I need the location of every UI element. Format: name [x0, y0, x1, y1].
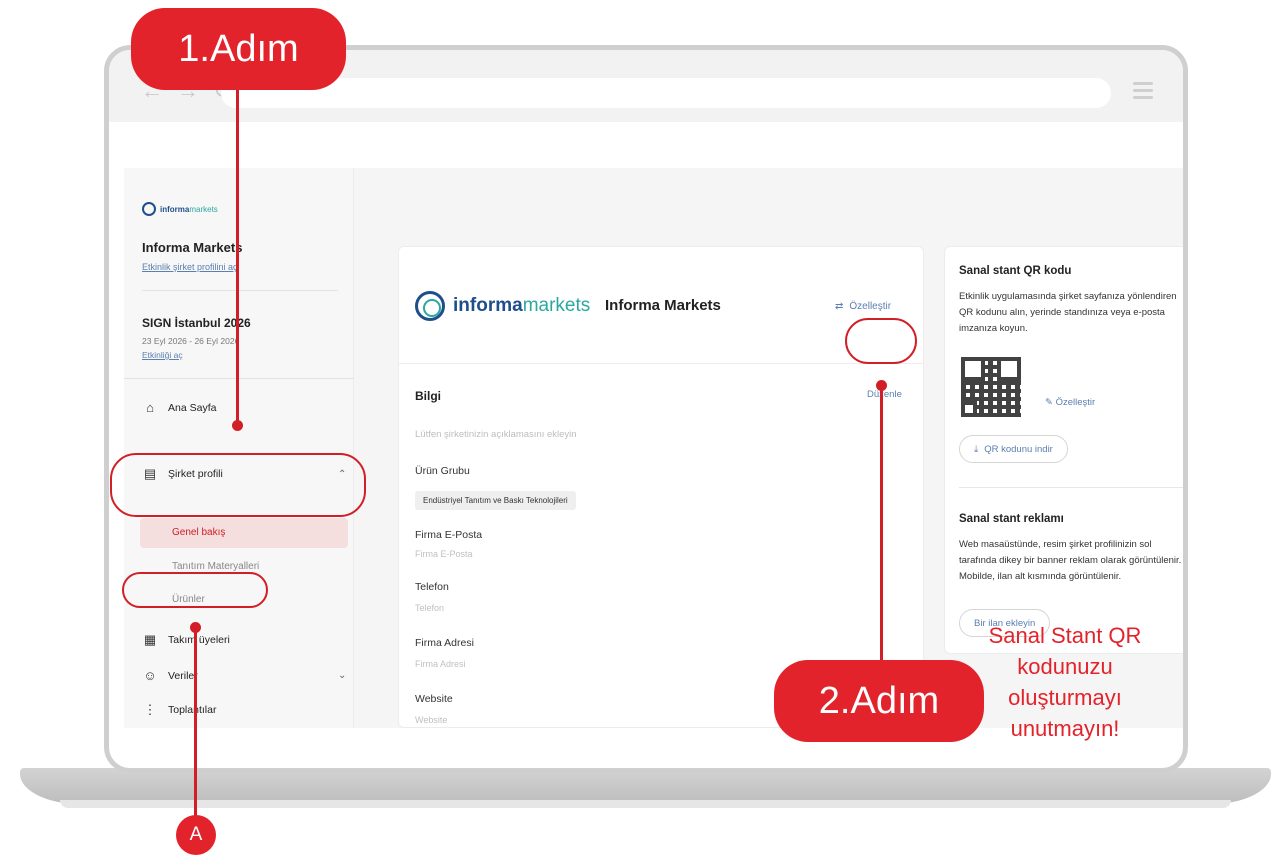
product-group-tag: Endüstriyel Tanıtım ve Baskı Teknolojile…: [415, 491, 576, 510]
address-bar[interactable]: [221, 78, 1111, 108]
step1-pointer-dot: [232, 420, 243, 431]
sidebar-item-label: Ana Sayfa: [168, 401, 217, 414]
step1-pointer-line: [236, 86, 239, 426]
org-name: Informa Markets: [142, 240, 243, 255]
event-name: SIGN İstanbul 2026: [142, 316, 251, 330]
sidebar-item-data[interactable]: ☺ Veriler ⌄: [142, 668, 346, 683]
brand-prefix: informa: [453, 295, 523, 316]
laptop-base-shadow: [60, 800, 1231, 808]
overview-highlight-oval: [110, 453, 366, 517]
informa-logo-icon: [142, 202, 156, 216]
sidebar-item-label: Toplantılar: [168, 704, 217, 716]
brand-suffix: markets: [522, 295, 591, 316]
info-section-title: Bilgi: [415, 389, 441, 403]
step2-pointer-line: [880, 384, 883, 674]
customize-label: Özelleştir: [849, 301, 892, 312]
qr-download-button[interactable]: ⤓ QR kodunu indir: [959, 435, 1068, 463]
panel-divider: [959, 487, 1183, 488]
sidebar-item-home[interactable]: ⌂ Ana Sayfa: [142, 400, 216, 415]
sidebar-divider: [124, 378, 354, 379]
event-dates: 23 Eyl 2026 - 26 Eyl 2026: [142, 336, 240, 346]
laptop-base: [20, 768, 1271, 804]
qr-code-icon: [961, 357, 1021, 417]
edit-button[interactable]: Düzenle: [867, 389, 902, 400]
email-field[interactable]: Firma E-Posta: [415, 549, 473, 559]
phone-label: Telefon: [415, 581, 449, 593]
org-profile-link[interactable]: Etkinlik şirket profilini aç: [142, 262, 238, 272]
sidebar-item-overview[interactable]: Genel bakış: [140, 518, 348, 548]
marker-a-pointer-line: [194, 626, 197, 816]
marker-a-badge: A: [176, 815, 216, 855]
logo-prefix: informa: [160, 204, 190, 214]
address-field[interactable]: Firma Adresi: [415, 659, 466, 669]
card-divider: [399, 363, 923, 364]
hamburger-menu-icon[interactable]: [1133, 82, 1153, 103]
qr-reminder-text: Sanal Stant QR kodunuzu oluşturmayı unut…: [988, 623, 1142, 741]
sidebar-logo: informamarkets: [142, 196, 234, 222]
team-icon: ▦: [143, 632, 157, 647]
qr-customize-button[interactable]: ✎ Özelleştir: [1045, 397, 1095, 408]
sidebar-item-promo-materials[interactable]: Tanıtım Materyalleri: [172, 561, 259, 572]
brand-logo: informamarkets: [415, 291, 590, 321]
pencil-icon: ✎: [1045, 397, 1053, 408]
sidebar-item-meetings[interactable]: ⋮ Toplantılar: [142, 702, 217, 718]
description-placeholder[interactable]: Lütfen şirketinizin açıklamasını ekleyin: [415, 429, 577, 440]
phone-field[interactable]: Telefon: [415, 603, 444, 613]
website-field[interactable]: Website: [415, 715, 447, 725]
download-icon: ⤓: [974, 443, 979, 455]
qr-description: Etkinlik uygulamasında şirket sayfanıza …: [959, 291, 1177, 334]
sidebar-item-label: Takım üyeleri: [168, 634, 230, 646]
qr-section-title: Sanal stant QR kodu: [959, 265, 1072, 277]
sidebar: informamarkets Informa Markets Etkinlik …: [124, 168, 354, 728]
address-label: Firma Adresi: [415, 637, 474, 649]
ad-section-title: Sanal stant reklamı: [959, 513, 1064, 525]
ad-description: Web masaüstünde, resim şirket profiliniz…: [959, 539, 1182, 582]
home-icon: ⌂: [146, 400, 154, 415]
shuffle-icon: ⇄: [835, 301, 844, 312]
sidebar-divider: [142, 290, 338, 291]
meetings-icon: ⋮: [143, 702, 157, 717]
logo-suffix: markets: [189, 204, 218, 214]
users-icon: ☺: [143, 668, 157, 683]
page-top-spacer: [109, 122, 1183, 168]
event-open-link[interactable]: Etkinliği aç: [142, 350, 183, 360]
qr-download-label: QR kodunu indir: [984, 443, 1053, 455]
company-title: Informa Markets: [605, 297, 721, 314]
website-label: Website: [415, 693, 453, 705]
chevron-down-icon[interactable]: ⌄: [338, 670, 346, 681]
sidebar-item-team-members[interactable]: ▦ Takım üyeleri: [142, 632, 230, 648]
email-label: Firma E-Posta: [415, 529, 483, 541]
team-members-highlight-oval: [122, 572, 268, 608]
company-info-card: informamarkets Informa Markets ⇄ Özelleş…: [398, 246, 924, 728]
informa-logo-icon: [415, 291, 445, 321]
qr-customize-label: Özelleştir: [1055, 397, 1096, 408]
sidebar-item-label: Genel bakış: [172, 527, 226, 538]
step2-badge: 2.Adım: [774, 660, 984, 742]
step1-badge: 1.Adım: [131, 8, 346, 90]
virtual-stand-panel: Sanal stant QR kodu Etkinlik uygulamasın…: [944, 246, 1183, 654]
edit-highlight-oval: [845, 318, 917, 364]
product-group-label: Ürün Grubu: [415, 465, 470, 477]
customize-button[interactable]: ⇄ Özelleştir: [835, 301, 891, 312]
